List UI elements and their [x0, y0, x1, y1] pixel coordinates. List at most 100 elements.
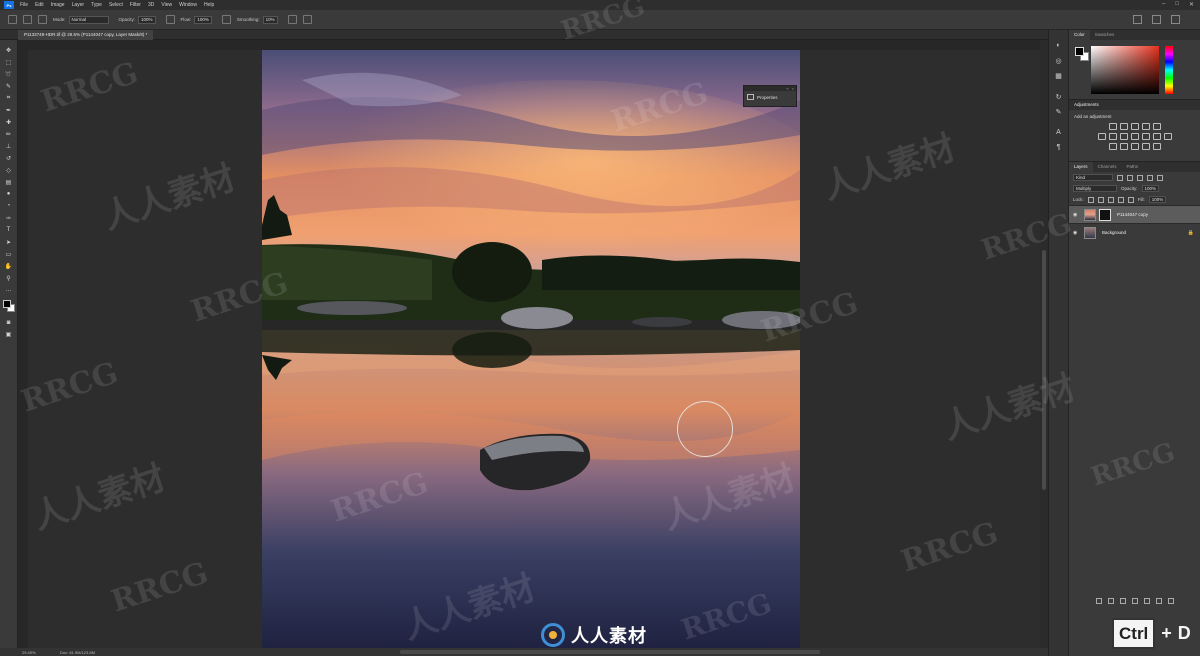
brush-settings-toggle-icon[interactable]	[38, 15, 47, 24]
zoom-level[interactable]: 29.49%	[0, 650, 40, 655]
hue-slider[interactable]	[1165, 46, 1173, 94]
filter-pixel-icon[interactable]	[1117, 174, 1123, 181]
hand-icon[interactable]: ✋	[4, 262, 13, 271]
photo-filter-icon[interactable]	[1141, 133, 1150, 140]
adjustments-title[interactable]: Adjustments	[1069, 100, 1200, 110]
more-tools-icon[interactable]: …	[4, 286, 13, 295]
layer-row-copy[interactable]: ◉ P1144047 copy	[1069, 205, 1200, 223]
quick-select-icon[interactable]: ✎	[4, 82, 13, 91]
menu-3d[interactable]: 3D	[148, 2, 154, 8]
levels-icon[interactable]	[1119, 123, 1128, 130]
search-icon[interactable]	[1133, 15, 1142, 24]
opacity-field[interactable]: 100%	[138, 15, 156, 24]
menu-view[interactable]: View	[161, 2, 172, 8]
visibility-eye-icon[interactable]: ◉	[1073, 212, 1080, 218]
tab-color[interactable]: Color	[1069, 30, 1090, 40]
filter-adjustment-icon[interactable]	[1127, 174, 1133, 181]
type-icon[interactable]: T	[4, 226, 13, 235]
layer-row-background[interactable]: ◉ Background 🔒	[1069, 223, 1200, 241]
flow-field[interactable]: 100%	[194, 15, 212, 24]
menu-select[interactable]: Select	[109, 2, 123, 8]
layer-opacity-field[interactable]: 100%	[1141, 185, 1160, 192]
gradient-icon[interactable]: ▤	[4, 178, 13, 187]
pen-icon[interactable]: ✑	[4, 214, 13, 223]
blur-icon[interactable]: ●	[4, 190, 13, 199]
workspace-switcher-icon[interactable]	[1152, 15, 1161, 24]
panel-collapse-icon[interactable]: «	[786, 86, 788, 91]
properties-mini-panel[interactable]: « × Properties	[743, 85, 797, 107]
minimize-icon[interactable]: –	[1162, 1, 1165, 8]
tab-swatches[interactable]: Swatches	[1090, 30, 1120, 40]
clone-stamp-icon[interactable]: ⊥	[4, 142, 13, 151]
foreground-background-colors[interactable]	[2, 300, 15, 312]
dodge-icon[interactable]: ◔	[4, 202, 13, 211]
menu-image[interactable]: Image	[51, 2, 65, 8]
brush-icon[interactable]: ✏	[4, 130, 13, 139]
exposure-icon[interactable]	[1141, 123, 1150, 130]
color-picker-field[interactable]	[1091, 46, 1159, 94]
history-brush-icon[interactable]: ↺	[4, 154, 13, 163]
path-select-icon[interactable]: ➤	[4, 238, 13, 247]
lock-position-icon[interactable]	[1107, 196, 1114, 203]
add-mask-icon[interactable]	[1120, 598, 1126, 604]
close-icon[interactable]: ✕	[1189, 1, 1194, 8]
move-icon[interactable]: ✥	[4, 46, 13, 55]
brush-settings-icon[interactable]: ✎	[1054, 107, 1063, 116]
healing-icon[interactable]: ✚	[4, 118, 13, 127]
mode-select[interactable]: Normal	[68, 15, 109, 24]
menu-filter[interactable]: Filter	[130, 2, 141, 8]
new-adjustment-layer-icon[interactable]	[1132, 598, 1138, 604]
filter-shape-icon[interactable]	[1147, 174, 1153, 181]
layer-thumbnail[interactable]	[1084, 226, 1096, 239]
brush-preset-icon[interactable]	[8, 15, 17, 24]
tab-channels[interactable]: Channels	[1093, 162, 1122, 172]
lock-transparent-icon[interactable]	[1087, 196, 1094, 203]
gradient-map-triangle-icon[interactable]	[1152, 123, 1161, 130]
link-layers-icon[interactable]	[1096, 598, 1102, 604]
paragraph-icon[interactable]: ¶	[1054, 143, 1063, 152]
vibrance-icon[interactable]	[1097, 133, 1106, 140]
layer-filter-kind[interactable]: Kind	[1073, 174, 1113, 181]
zoom-icon[interactable]: ⚲	[4, 274, 13, 283]
menu-edit[interactable]: Edit	[35, 2, 44, 8]
lock-brush-icon[interactable]	[1097, 196, 1104, 203]
layers-panel-icon[interactable]: ▦	[1054, 71, 1063, 80]
pressure-opacity-icon[interactable]	[165, 15, 175, 24]
document-image[interactable]	[262, 50, 800, 648]
crop-icon[interactable]: ⌗	[4, 94, 13, 103]
new-group-icon[interactable]	[1144, 598, 1150, 604]
new-layer-icon[interactable]	[1156, 598, 1162, 604]
filter-smart-object-icon[interactable]	[1157, 174, 1163, 181]
eraser-icon[interactable]: ◇	[4, 166, 13, 175]
panel-close-icon[interactable]: ×	[792, 86, 794, 91]
foreground-color-swatch[interactable]	[2, 300, 11, 308]
maximize-icon[interactable]: □	[1175, 1, 1179, 8]
selective-color-icon[interactable]	[1152, 143, 1161, 150]
adjustments-panel-icon[interactable]: ◎	[1054, 56, 1063, 65]
vertical-scrollbar-thumb[interactable]	[1042, 250, 1046, 490]
brush-size-picker-icon[interactable]	[23, 15, 32, 24]
fill-field[interactable]: 100%	[1148, 196, 1167, 203]
menu-help[interactable]: Help	[204, 2, 214, 8]
airbrush-icon[interactable]	[221, 15, 231, 24]
rectangle-icon[interactable]: ▭	[4, 250, 13, 259]
menu-type[interactable]: Type	[91, 2, 102, 8]
threshold-icon[interactable]	[1130, 143, 1139, 150]
visibility-eye-icon[interactable]: ◉	[1073, 230, 1080, 236]
menu-file[interactable]: File	[20, 2, 28, 8]
pressure-size-icon[interactable]	[302, 15, 312, 24]
black-white-icon[interactable]	[1130, 133, 1139, 140]
layer-mask-thumbnail[interactable]	[1099, 208, 1111, 221]
eyedropper-icon[interactable]: ✒	[4, 106, 13, 115]
history-icon[interactable]: ↻	[1054, 92, 1063, 101]
document-tab[interactable]: P1133749-HDR.tif @ 29.5% (P1144047 copy,…	[18, 30, 154, 40]
lock-all-icon[interactable]	[1127, 196, 1134, 203]
smoothing-field[interactable]: 10%	[262, 15, 278, 24]
character-icon[interactable]: A	[1054, 128, 1063, 137]
layer-name[interactable]: P1144047 copy	[1117, 212, 1148, 217]
quick-mask-icon[interactable]: ◙	[4, 318, 13, 327]
color-lookup-icon[interactable]	[1163, 133, 1172, 140]
tab-paths[interactable]: Paths	[1122, 162, 1144, 172]
marquee-icon[interactable]: ⬚	[4, 58, 13, 67]
filter-type-icon[interactable]	[1137, 174, 1143, 181]
